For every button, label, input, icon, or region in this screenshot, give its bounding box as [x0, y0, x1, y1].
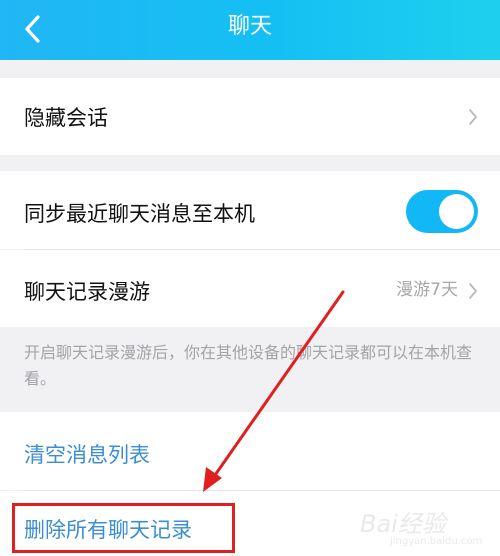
baidu-jingyan-watermark: Bai经验 jingyan.baidu.com [360, 498, 494, 552]
watermark-url-text: jingyan.baidu.com [390, 536, 483, 547]
annotation-arrow-icon [203, 290, 345, 492]
watermark-logo-text: Bai经验 [360, 510, 446, 538]
